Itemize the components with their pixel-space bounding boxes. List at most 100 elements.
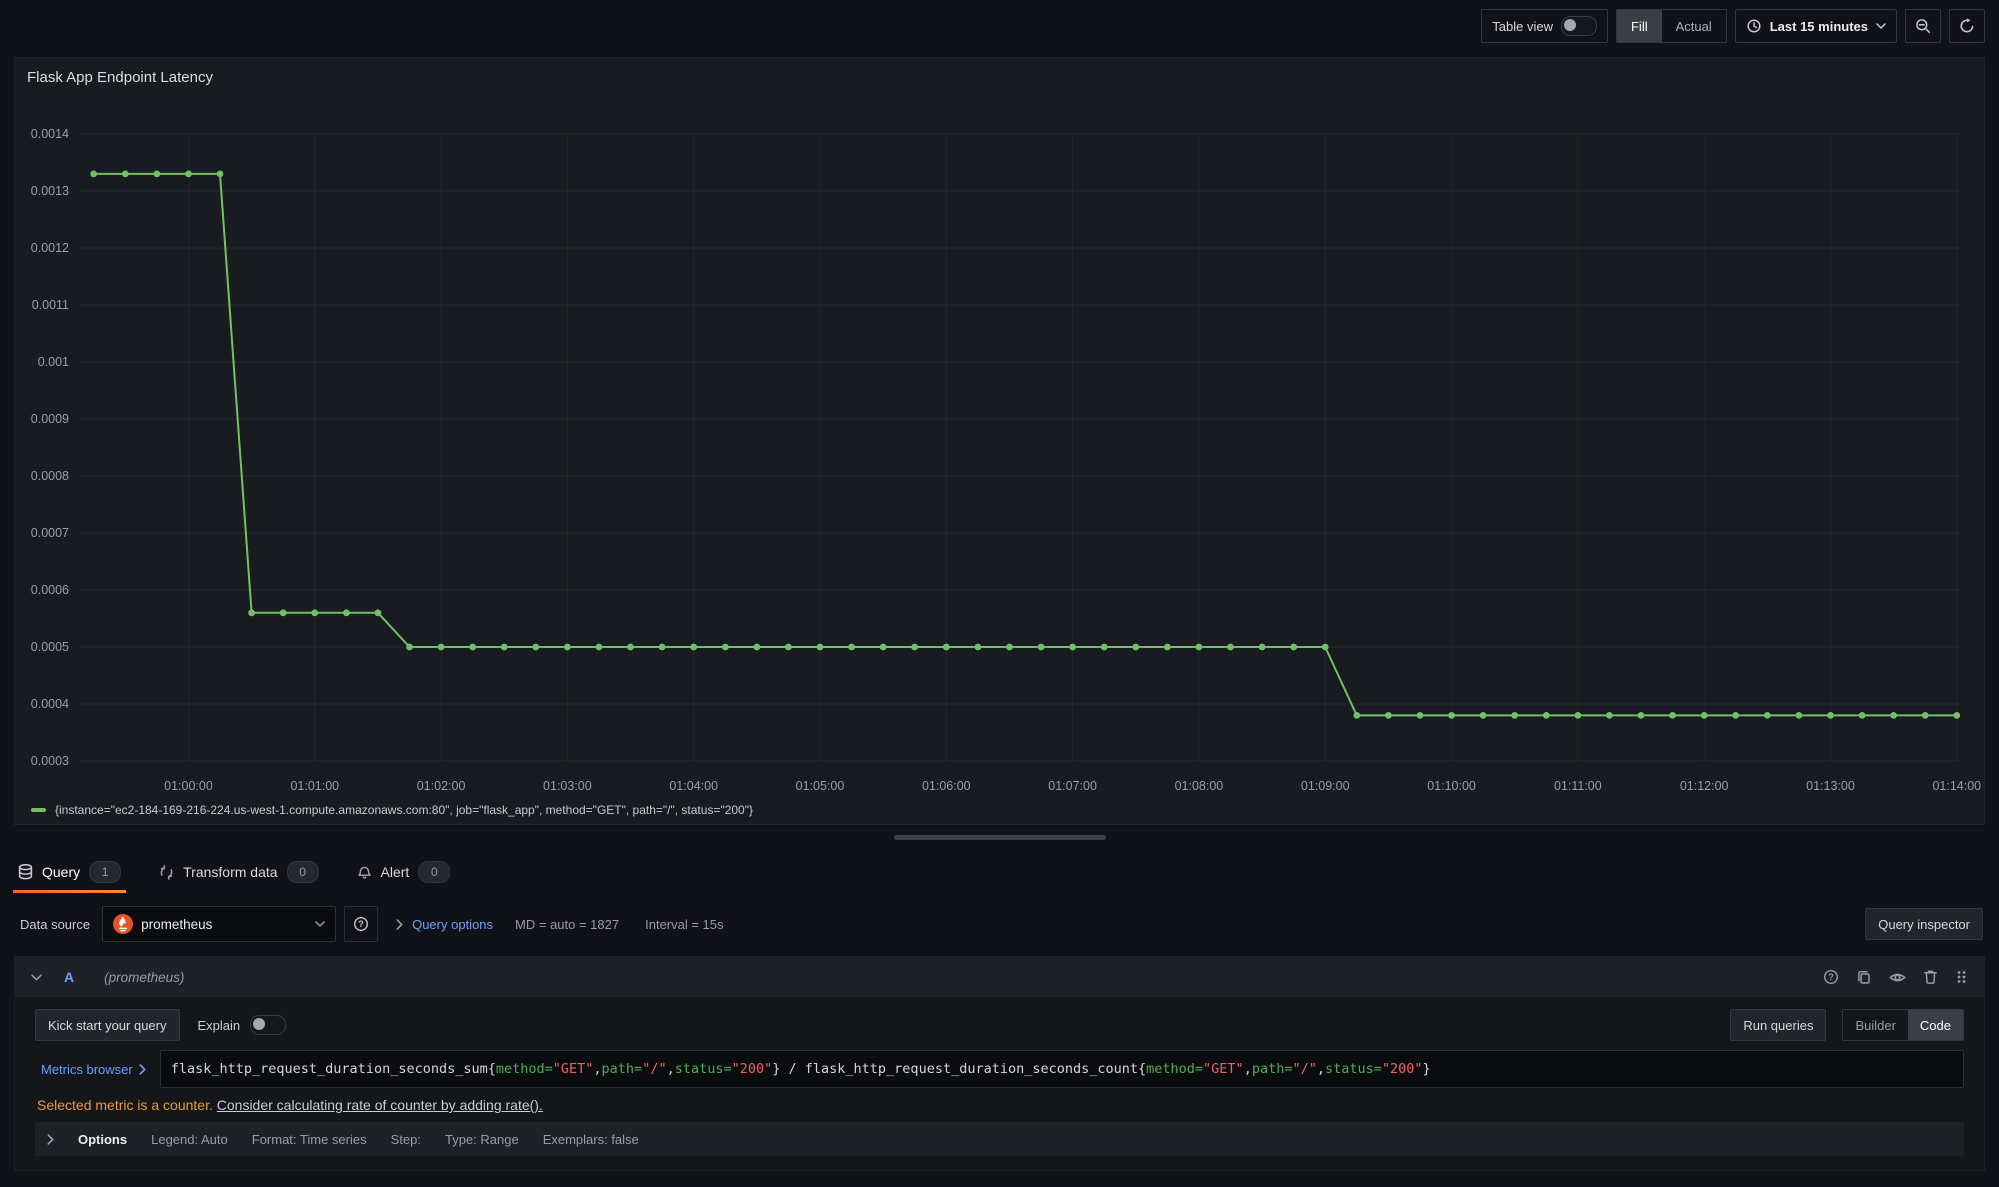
promql-token: "GET" (1203, 1061, 1244, 1077)
promql-token: , (593, 1061, 601, 1077)
tab-alert-label: Alert (381, 864, 410, 880)
svg-text:0.0014: 0.0014 (31, 127, 69, 141)
actual-button[interactable]: Actual (1662, 10, 1726, 42)
promql-token: "GET" (553, 1061, 594, 1077)
svg-text:0.001: 0.001 (38, 355, 69, 369)
toggle-visibility-eye-icon[interactable] (1889, 970, 1906, 985)
svg-text:01:07:00: 01:07:00 (1048, 779, 1097, 793)
svg-text:01:09:00: 01:09:00 (1301, 779, 1350, 793)
query-inspector-button[interactable]: Query inspector (1865, 908, 1983, 940)
refresh-icon (1959, 18, 1975, 34)
promql-token: flask_http_request_duration_seconds_sum{ (171, 1061, 496, 1077)
promql-token: status= (1325, 1061, 1382, 1077)
metrics-browser-label: Metrics browser (41, 1062, 133, 1077)
tab-alert[interactable]: Alert 0 (352, 851, 456, 893)
svg-text:?: ? (1828, 972, 1834, 982)
active-tab-underline (13, 890, 126, 893)
datasource-select[interactable]: prometheus (102, 906, 336, 942)
editor-tabs: Query 1 Transform data 0 Alert 0 (13, 851, 455, 893)
duplicate-query-icon[interactable] (1856, 969, 1872, 985)
promql-token: method= (496, 1061, 553, 1077)
series-legend-label: {instance="ec2-184-169-216-224.us-west-1… (55, 803, 753, 817)
query-editor-row: A (prometheus) ? (14, 956, 1985, 1171)
series-legend-item[interactable]: {instance="ec2-184-169-216-224.us-west-1… (31, 803, 753, 817)
query-options-label: Query options (412, 917, 493, 932)
svg-text:0.0004: 0.0004 (31, 697, 69, 711)
max-data-points-stat: MD = auto = 1827 (515, 917, 619, 932)
delete-query-trash-icon[interactable] (1923, 969, 1938, 985)
metrics-browser-toggle[interactable]: Metrics browser (35, 1050, 160, 1088)
chevron-right-icon (139, 1064, 146, 1075)
datasource-row: Data source prometheus ? Query options M… (20, 906, 1983, 942)
svg-text:01:08:00: 01:08:00 (1175, 779, 1224, 793)
query-options-toggle[interactable]: Query options (396, 917, 493, 932)
chevron-down-icon (1876, 23, 1886, 29)
svg-text:01:10:00: 01:10:00 (1427, 779, 1476, 793)
options-label: Options (78, 1132, 127, 1147)
counter-warning: Selected metric is a counter. Consider c… (35, 1097, 1964, 1113)
svg-text:01:12:00: 01:12:00 (1680, 779, 1729, 793)
promql-token: } (1423, 1061, 1431, 1077)
datasource-help-button[interactable]: ? (344, 906, 378, 942)
option-step: Step: (391, 1132, 421, 1147)
drag-grip-icon[interactable] (1955, 969, 1968, 985)
warning-rate-hint-link[interactable]: Consider calculating rate of counter by … (217, 1097, 543, 1113)
promql-token: method= (1146, 1061, 1203, 1077)
promql-token: "/" (1292, 1061, 1316, 1077)
promql-token: , (667, 1061, 675, 1077)
query-help-icon[interactable]: ? (1823, 969, 1839, 985)
svg-text:01:06:00: 01:06:00 (922, 779, 971, 793)
tab-transform-data[interactable]: Transform data 0 (154, 851, 323, 893)
promql-code-editor[interactable]: flask_http_request_duration_seconds_sum{… (160, 1050, 1964, 1088)
transform-icon (159, 865, 174, 880)
promql-token: status= (675, 1061, 732, 1077)
query-ref-id: A (64, 969, 74, 985)
refresh-button[interactable] (1949, 9, 1985, 43)
explain-toggle[interactable] (250, 1015, 286, 1035)
code-mode-button[interactable]: Code (1908, 1010, 1963, 1040)
svg-text:01:04:00: 01:04:00 (669, 779, 718, 793)
run-queries-button[interactable]: Run queries (1730, 1009, 1826, 1041)
timeseries-panel: 0.00140.00130.00120.00110.0010.00090.000… (14, 57, 1985, 825)
fill-button[interactable]: Fill (1617, 10, 1662, 42)
tab-query[interactable]: Query 1 (13, 851, 126, 893)
option-type: Type: Range (445, 1132, 519, 1147)
builder-mode-button[interactable]: Builder (1843, 1010, 1907, 1040)
table-view-toggle[interactable] (1561, 16, 1597, 36)
option-legend: Legend: Auto (151, 1132, 228, 1147)
svg-text:0.0011: 0.0011 (32, 298, 69, 312)
promql-token: path= (602, 1061, 643, 1077)
promql-token: } / flask_http_request_duration_seconds_… (772, 1061, 1146, 1077)
svg-text:0.0005: 0.0005 (31, 640, 69, 654)
zoom-out-icon (1915, 18, 1931, 34)
tab-query-count: 1 (89, 861, 121, 883)
svg-text:0.0006: 0.0006 (31, 583, 69, 597)
table-view-group: Table view (1481, 9, 1608, 43)
promql-token: , (1244, 1061, 1252, 1077)
time-zoom-out-button[interactable] (1905, 9, 1941, 43)
query-row-header[interactable]: A (prometheus) ? (15, 957, 1984, 997)
promql-token: path= (1252, 1061, 1293, 1077)
query-editor-body: Kick start your query Explain Run querie… (15, 997, 1984, 1170)
prometheus-icon (113, 914, 133, 934)
bell-icon (357, 864, 372, 880)
tab-alert-count: 0 (418, 861, 450, 883)
svg-text:01:05:00: 01:05:00 (796, 779, 845, 793)
pane-resize-handle[interactable] (894, 835, 1106, 840)
query-options-summary-row[interactable]: Options Legend: Auto Format: Time series… (35, 1122, 1964, 1156)
promql-token: "200" (1382, 1061, 1423, 1077)
svg-text:0.0012: 0.0012 (31, 241, 69, 255)
database-icon (18, 864, 33, 880)
kick-start-query-button[interactable]: Kick start your query (35, 1009, 180, 1041)
tab-query-label: Query (42, 864, 80, 880)
tab-transform-count: 0 (287, 861, 319, 883)
time-range-picker[interactable]: Last 15 minutes (1735, 9, 1897, 43)
svg-text:01:00:00: 01:00:00 (164, 779, 213, 793)
chart-canvas[interactable]: 0.00140.00130.00120.00110.0010.00090.000… (15, 58, 1984, 824)
panel-title: Flask App Endpoint Latency (27, 69, 213, 86)
svg-text:01:13:00: 01:13:00 (1806, 779, 1855, 793)
svg-text:01:01:00: 01:01:00 (290, 779, 339, 793)
svg-text:0.0009: 0.0009 (31, 412, 69, 426)
tab-transform-label: Transform data (183, 864, 277, 880)
table-view-label: Table view (1492, 19, 1553, 34)
